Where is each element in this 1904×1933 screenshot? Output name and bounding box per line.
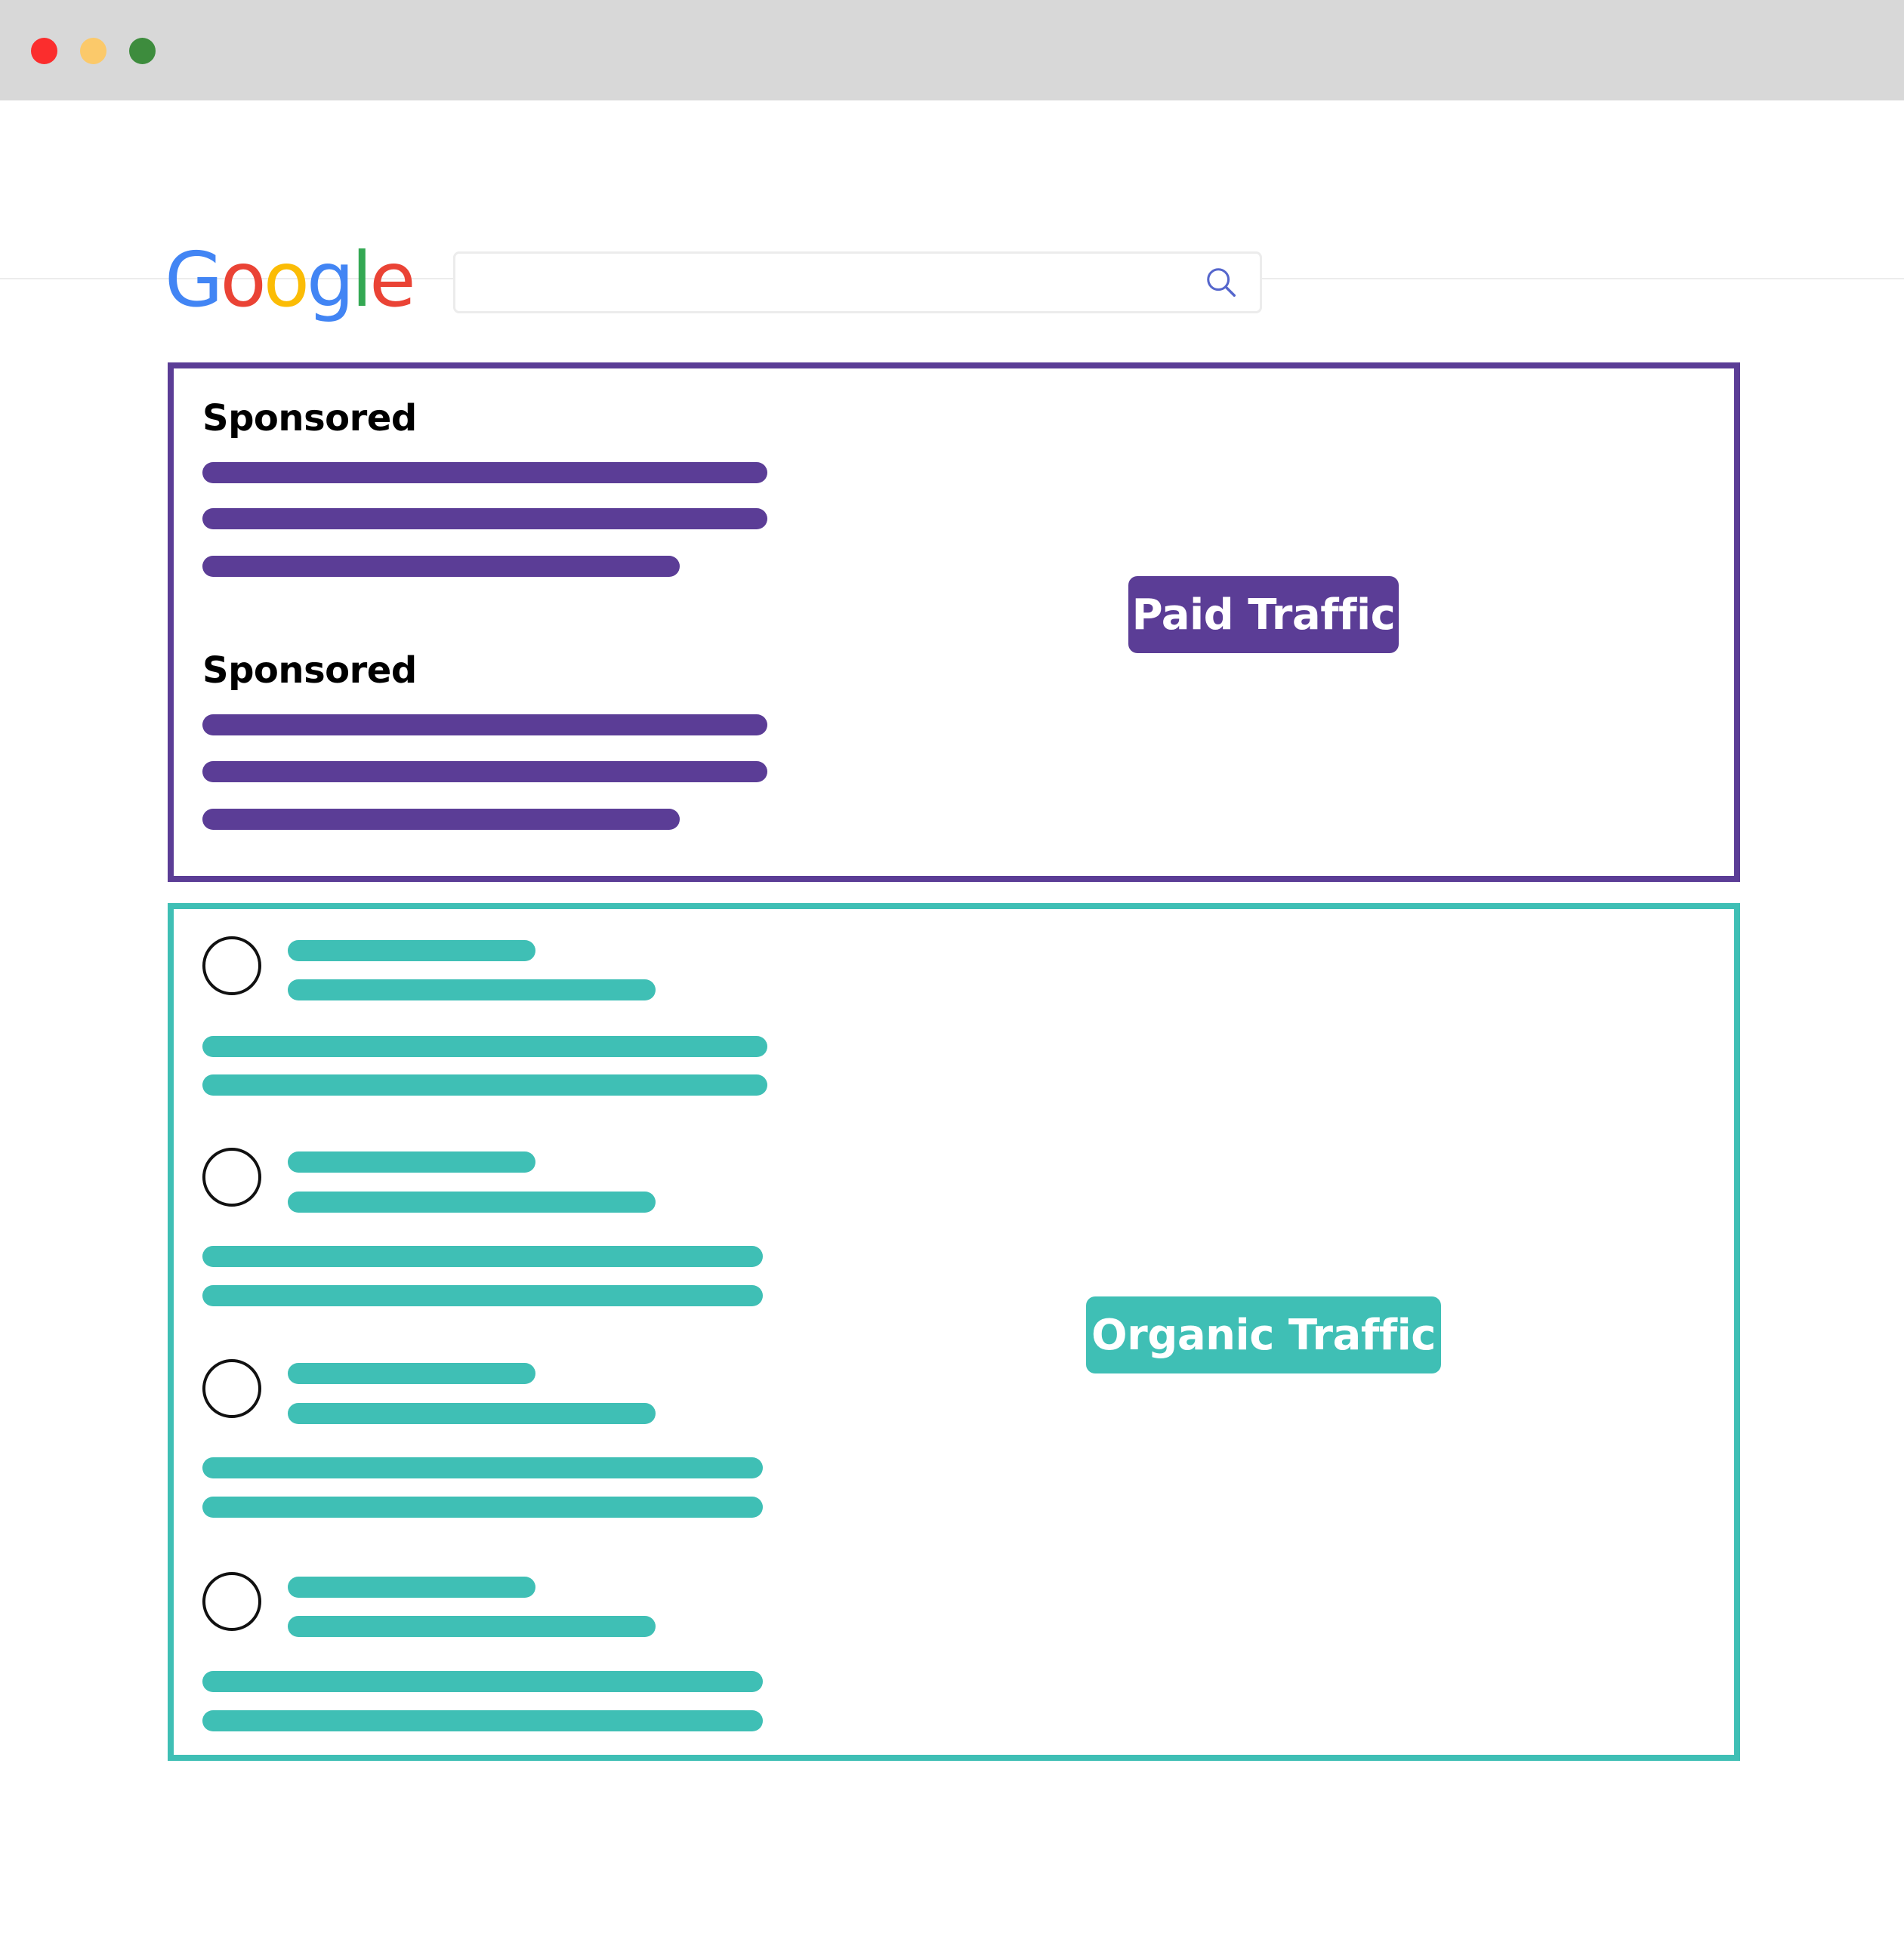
google-logo[interactable]: Google: [165, 236, 416, 324]
paid-traffic-section: [168, 362, 1740, 882]
result-url-line: [288, 1403, 656, 1424]
search-input[interactable]: [455, 254, 1180, 311]
maximize-button[interactable]: [129, 38, 156, 64]
result-snippet-line: [202, 1671, 763, 1692]
ad-line: [202, 714, 767, 735]
result-favicon-circle: [202, 1572, 261, 1631]
result-title-line: [288, 1577, 535, 1598]
search-icon[interactable]: [1204, 265, 1239, 300]
organic-traffic-pill-label: Organic Traffic: [1091, 1310, 1436, 1360]
logo-letter-l: l: [351, 236, 372, 324]
result-snippet-line: [202, 1036, 767, 1057]
ad-line: [202, 508, 767, 529]
result-snippet-line: [202, 1710, 763, 1731]
result-title-line: [288, 940, 535, 961]
logo-letter-g2: g: [306, 236, 355, 324]
result-favicon-circle: [202, 1359, 261, 1418]
result-url-line: [288, 1616, 656, 1637]
logo-letter-o2: o: [263, 236, 310, 324]
paid-traffic-pill-label: Paid Traffic: [1131, 590, 1396, 640]
search-box[interactable]: [453, 251, 1262, 313]
result-title-line: [288, 1151, 535, 1173]
result-snippet-line: [202, 1457, 763, 1478]
sponsored-label-2: Sponsored: [202, 649, 417, 692]
logo-letter-g1: G: [165, 236, 223, 324]
result-snippet-line: [202, 1246, 763, 1267]
logo-letter-e: e: [369, 236, 415, 324]
search-header: Google: [0, 100, 1904, 318]
browser-window: Google Sponsored Sponsored Paid Traffic: [0, 0, 1904, 1933]
result-snippet-line: [202, 1497, 763, 1518]
result-url-line: [288, 1192, 656, 1213]
paid-traffic-pill: Paid Traffic: [1128, 576, 1399, 653]
organic-traffic-pill: Organic Traffic: [1086, 1296, 1441, 1373]
result-favicon-circle: [202, 1148, 261, 1207]
result-snippet-line: [202, 1285, 763, 1306]
minimize-button[interactable]: [80, 38, 106, 64]
ad-line: [202, 462, 767, 483]
close-button[interactable]: [31, 38, 57, 64]
result-url-line: [288, 979, 656, 1000]
result-favicon-circle: [202, 936, 261, 995]
logo-letter-o1: o: [220, 236, 267, 324]
ad-line: [202, 556, 680, 577]
result-snippet-line: [202, 1074, 767, 1096]
window-titlebar: [0, 0, 1904, 100]
ad-line: [202, 809, 680, 830]
result-title-line: [288, 1363, 535, 1384]
ad-line: [202, 761, 767, 782]
window-controls: [31, 38, 156, 64]
sponsored-label-1: Sponsored: [202, 397, 417, 439]
